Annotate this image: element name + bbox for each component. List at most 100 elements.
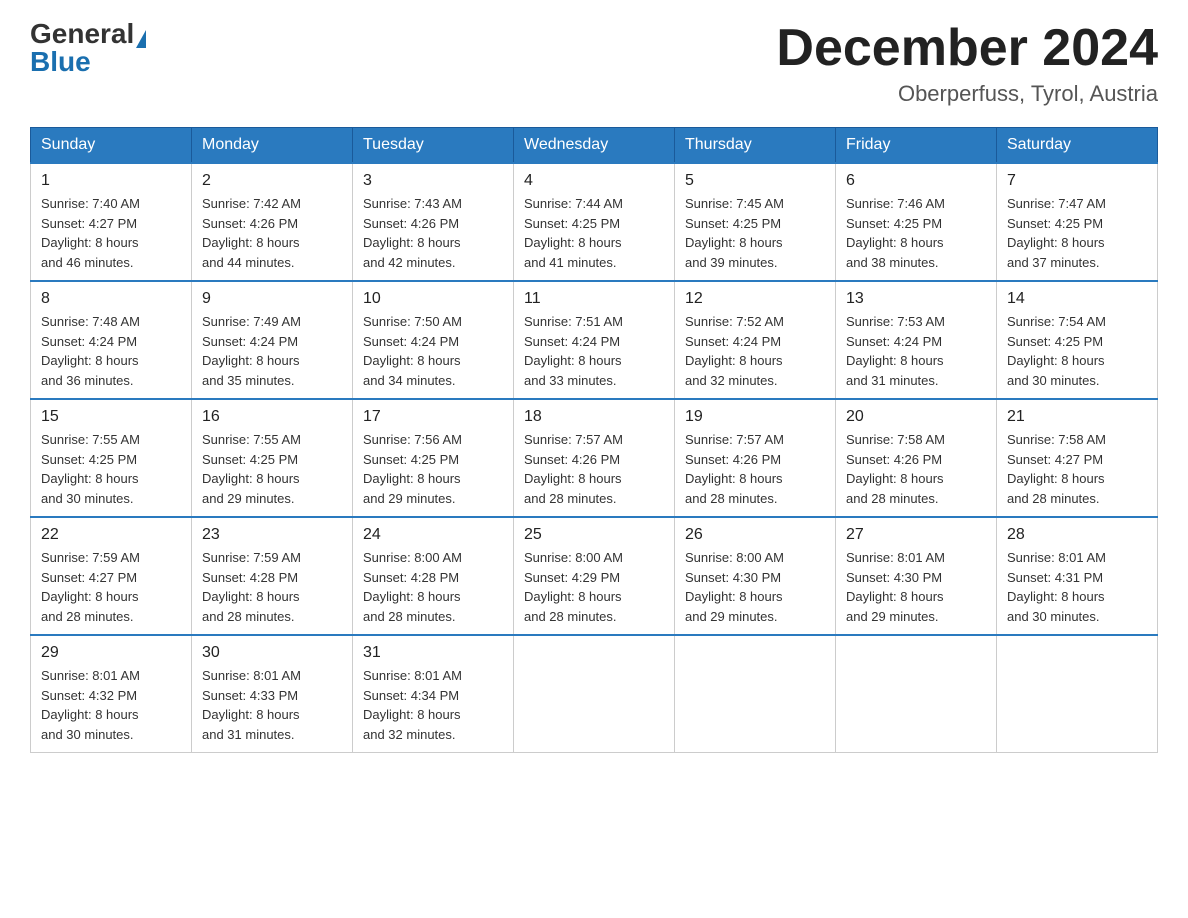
day-info: Sunrise: 8:01 AMSunset: 4:34 PMDaylight:… — [363, 666, 503, 744]
calendar-cell: 30Sunrise: 8:01 AMSunset: 4:33 PMDayligh… — [192, 635, 353, 753]
day-number: 31 — [363, 644, 503, 662]
calendar-cell: 16 Sunrise: 7:55 AMSunset: 4:25 PMDayligh… — [192, 399, 353, 517]
day-info: Sunrise: 7:49 AMSunset: 4:24 PMDaylight:… — [202, 312, 342, 390]
day-info: Sunrise: 7:53 AMSunset: 4:24 PMDaylight:… — [846, 312, 986, 390]
day-info: Sunrise: 8:01 AMSunset: 4:31 PMDaylight:… — [1007, 548, 1147, 626]
day-number: 21 — [1007, 408, 1147, 426]
day-number: 14 — [1007, 290, 1147, 308]
col-saturday: Saturday — [997, 128, 1158, 164]
day-number: 10 — [363, 290, 503, 308]
day-info: Sunrise: 7:42 AMSunset: 4:26 PMDaylight:… — [202, 194, 342, 272]
day-number: 27 — [846, 526, 986, 544]
calendar-cell: 26 Sunrise: 8:00 AMSunset: 4:30 PMDayligh… — [675, 517, 836, 635]
calendar-cell: 22 Sunrise: 7:59 AMSunset: 4:27 PMDayligh… — [31, 517, 192, 635]
day-number: 19 — [685, 408, 825, 426]
day-number: 13 — [846, 290, 986, 308]
day-info: Sunrise: 7:58 AMSunset: 4:27 PMDaylight:… — [1007, 430, 1147, 508]
day-info: Sunrise: 7:54 AMSunset: 4:25 PMDaylight:… — [1007, 312, 1147, 390]
day-info: Sunrise: 7:59 AMSunset: 4:27 PMDaylight:… — [41, 548, 181, 626]
day-info: Sunrise: 7:58 AMSunset: 4:26 PMDaylight:… — [846, 430, 986, 508]
day-info: Sunrise: 8:00 AMSunset: 4:28 PMDaylight:… — [363, 548, 503, 626]
day-number: 6 — [846, 172, 986, 190]
day-info: Sunrise: 7:55 AMSunset: 4:25 PMDaylight:… — [41, 430, 181, 508]
calendar-cell: 5 Sunrise: 7:45 AMSunset: 4:25 PMDaylight… — [675, 163, 836, 281]
calendar-week-row: 15 Sunrise: 7:55 AMSunset: 4:25 PMDayligh… — [31, 399, 1158, 517]
logo-blue-text: Blue — [30, 46, 91, 77]
day-info: Sunrise: 8:01 AMSunset: 4:30 PMDaylight:… — [846, 548, 986, 626]
day-info: Sunrise: 8:00 AMSunset: 4:30 PMDaylight:… — [685, 548, 825, 626]
calendar-cell: 17 Sunrise: 7:56 AMSunset: 4:25 PMDayligh… — [353, 399, 514, 517]
col-wednesday: Wednesday — [514, 128, 675, 164]
day-info: Sunrise: 7:48 AMSunset: 4:24 PMDaylight:… — [41, 312, 181, 390]
day-number: 17 — [363, 408, 503, 426]
day-number: 26 — [685, 526, 825, 544]
day-info: Sunrise: 7:57 AMSunset: 4:26 PMDaylight:… — [685, 430, 825, 508]
calendar-cell: 14 Sunrise: 7:54 AMSunset: 4:25 PMDayligh… — [997, 281, 1158, 399]
calendar-cell — [675, 635, 836, 753]
day-info: Sunrise: 8:01 AMSunset: 4:32 PMDaylight:… — [41, 666, 181, 744]
calendar-cell: 21 Sunrise: 7:58 AMSunset: 4:27 PMDayligh… — [997, 399, 1158, 517]
calendar-cell: 2 Sunrise: 7:42 AMSunset: 4:26 PMDaylight… — [192, 163, 353, 281]
day-number: 23 — [202, 526, 342, 544]
col-sunday: Sunday — [31, 128, 192, 164]
col-monday: Monday — [192, 128, 353, 164]
day-number: 8 — [41, 290, 181, 308]
location-text: Oberperfuss, Tyrol, Austria — [776, 81, 1158, 107]
day-number: 9 — [202, 290, 342, 308]
day-info: Sunrise: 7:47 AMSunset: 4:25 PMDaylight:… — [1007, 194, 1147, 272]
day-number: 1 — [41, 172, 181, 190]
day-info: Sunrise: 7:46 AMSunset: 4:25 PMDaylight:… — [846, 194, 986, 272]
calendar-cell: 31 Sunrise: 8:01 AMSunset: 4:34 PMDayligh… — [353, 635, 514, 753]
calendar-cell: 28 Sunrise: 8:01 AMSunset: 4:31 PMDayligh… — [997, 517, 1158, 635]
month-title: December 2024 — [776, 20, 1158, 77]
day-info: Sunrise: 7:55 AMSunset: 4:25 PMDaylight:… — [202, 430, 342, 508]
day-info: Sunrise: 7:52 AMSunset: 4:24 PMDaylight:… — [685, 312, 825, 390]
calendar-cell: 8 Sunrise: 7:48 AMSunset: 4:24 PMDaylight… — [31, 281, 192, 399]
day-info: Sunrise: 7:40 AMSunset: 4:27 PMDaylight:… — [41, 194, 181, 272]
day-info: Sunrise: 7:43 AMSunset: 4:26 PMDaylight:… — [363, 194, 503, 272]
day-number: 24 — [363, 526, 503, 544]
day-number: 25 — [524, 526, 664, 544]
logo-triangle-icon — [136, 30, 146, 48]
day-info: Sunrise: 7:56 AMSunset: 4:25 PMDaylight:… — [363, 430, 503, 508]
col-tuesday: Tuesday — [353, 128, 514, 164]
col-friday: Friday — [836, 128, 997, 164]
day-number: 4 — [524, 172, 664, 190]
calendar-week-row: 1 Sunrise: 7:40 AMSunset: 4:27 PMDaylight… — [31, 163, 1158, 281]
day-info: Sunrise: 7:50 AMSunset: 4:24 PMDaylight:… — [363, 312, 503, 390]
day-number: 22 — [41, 526, 181, 544]
calendar-cell: 3Sunrise: 7:43 AMSunset: 4:26 PMDaylight… — [353, 163, 514, 281]
calendar-cell: 10 Sunrise: 7:50 AMSunset: 4:24 PMDayligh… — [353, 281, 514, 399]
calendar-cell — [836, 635, 997, 753]
calendar-cell: 6 Sunrise: 7:46 AMSunset: 4:25 PMDaylight… — [836, 163, 997, 281]
day-number: 2 — [202, 172, 342, 190]
day-number: 20 — [846, 408, 986, 426]
day-number: 28 — [1007, 526, 1147, 544]
col-thursday: Thursday — [675, 128, 836, 164]
logo-general-text: General — [30, 18, 134, 49]
calendar-table: Sunday Monday Tuesday Wednesday Thursday… — [30, 127, 1158, 753]
logo: General Blue — [30, 20, 146, 76]
calendar-cell: 20 Sunrise: 7:58 AMSunset: 4:26 PMDayligh… — [836, 399, 997, 517]
calendar-cell: 1 Sunrise: 7:40 AMSunset: 4:27 PMDaylight… — [31, 163, 192, 281]
calendar-cell: 29 Sunrise: 8:01 AMSunset: 4:32 PMDayligh… — [31, 635, 192, 753]
page-header: General Blue December 2024 Oberperfuss, … — [30, 20, 1158, 107]
title-block: December 2024 Oberperfuss, Tyrol, Austri… — [776, 20, 1158, 107]
day-info: Sunrise: 8:01 AMSunset: 4:33 PMDaylight:… — [202, 666, 342, 744]
day-info: Sunrise: 7:51 AMSunset: 4:24 PMDaylight:… — [524, 312, 664, 390]
calendar-cell: 19 Sunrise: 7:57 AMSunset: 4:26 PMDayligh… — [675, 399, 836, 517]
calendar-cell: 15 Sunrise: 7:55 AMSunset: 4:25 PMDayligh… — [31, 399, 192, 517]
logo-top-row: General — [30, 20, 146, 48]
day-number: 29 — [41, 644, 181, 662]
calendar-cell: 25Sunrise: 8:00 AMSunset: 4:29 PMDayligh… — [514, 517, 675, 635]
day-number: 15 — [41, 408, 181, 426]
day-info: Sunrise: 7:45 AMSunset: 4:25 PMDaylight:… — [685, 194, 825, 272]
calendar-cell: 7Sunrise: 7:47 AMSunset: 4:25 PMDaylight… — [997, 163, 1158, 281]
calendar-week-row: 29 Sunrise: 8:01 AMSunset: 4:32 PMDayligh… — [31, 635, 1158, 753]
calendar-cell: 18Sunrise: 7:57 AMSunset: 4:26 PMDayligh… — [514, 399, 675, 517]
day-number: 5 — [685, 172, 825, 190]
calendar-week-row: 22 Sunrise: 7:59 AMSunset: 4:27 PMDayligh… — [31, 517, 1158, 635]
calendar-cell: 23Sunrise: 7:59 AMSunset: 4:28 PMDayligh… — [192, 517, 353, 635]
day-number: 18 — [524, 408, 664, 426]
day-number: 16 — [202, 408, 342, 426]
